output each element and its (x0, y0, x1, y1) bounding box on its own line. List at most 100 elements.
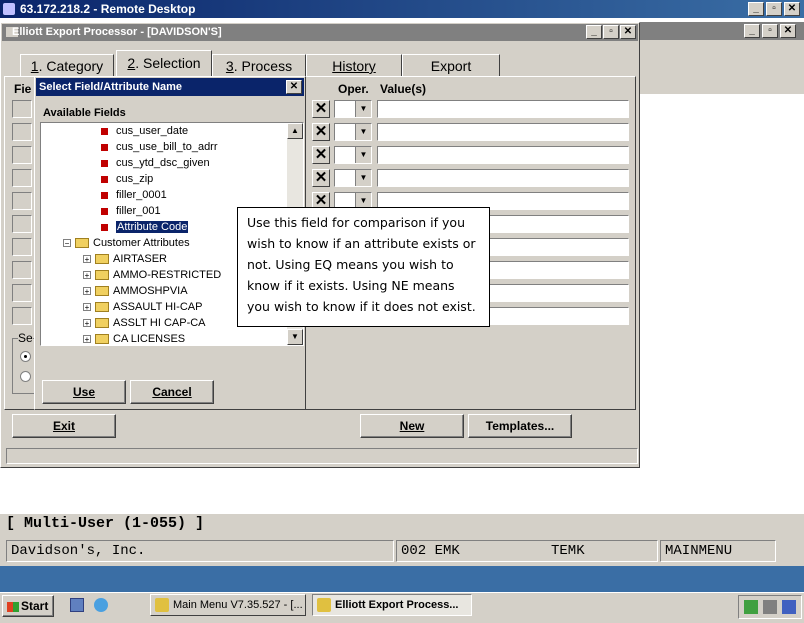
field-cell[interactable] (12, 307, 32, 325)
rd-restore-button[interactable]: ▫ (766, 2, 782, 16)
tray-icon[interactable] (782, 600, 796, 614)
delete-row-button[interactable]: ✕ (312, 100, 330, 118)
rd-minimize-button[interactable]: _ (748, 2, 764, 16)
taskbar-export-processor[interactable]: Elliott Export Process... (312, 594, 472, 616)
tree-group-customer-attributes[interactable]: − Customer Attributes (63, 235, 190, 251)
app-icon (317, 598, 331, 612)
attribute-code-tooltip: Use this field for comparison if you wis… (237, 207, 490, 327)
selection-group-label: Se (18, 331, 33, 345)
radio-option-1[interactable] (20, 351, 31, 362)
folder-icon (95, 318, 109, 329)
tree-attribute-item[interactable]: + ASSAULT HI-CAP (83, 299, 202, 315)
tree-field-item[interactable]: cus_use_bill_to_adrr (101, 139, 218, 155)
mode-label: [ Multi-User (1-055) ] (6, 515, 205, 532)
chevron-down-icon: ▼ (355, 147, 371, 163)
system-tray (738, 595, 802, 619)
tree-attribute-item[interactable]: + AMMOSHPVIA (83, 283, 188, 299)
tooltip-text: Use this field for comparison if you wis… (247, 215, 476, 314)
tab-process[interactable]: 3. Process (212, 54, 306, 76)
folder-icon (95, 270, 109, 281)
main-restore-button[interactable]: ▫ (762, 24, 778, 38)
templates-button[interactable]: Templates... (468, 414, 572, 438)
user-id: TEMK (551, 543, 585, 559)
dialog-titlebar: Select Field/Attribute Name ✕ (36, 78, 304, 96)
scroll-up-icon[interactable]: ▲ (287, 123, 303, 139)
tree-field-item[interactable]: filler_0001 (101, 187, 167, 203)
field-cell[interactable] (12, 284, 32, 302)
delete-row-button[interactable]: ✕ (312, 169, 330, 187)
tree-field-item[interactable]: filler_001 (101, 203, 161, 219)
folder-icon (75, 238, 89, 249)
scroll-down-icon[interactable]: ▼ (287, 329, 303, 345)
oper-select[interactable]: ▼ (334, 100, 372, 118)
remote-desktop-title: 63.172.218.2 - Remote Desktop (20, 2, 196, 16)
internet-explorer-icon[interactable] (94, 598, 108, 612)
tree-field-item[interactable]: cus_zip (101, 171, 153, 187)
tray-icon[interactable] (763, 600, 777, 614)
available-fields-label: Available Fields (43, 107, 126, 119)
mode-bar: [ Multi-User (1-055) ] (0, 514, 804, 536)
tree-attribute-item[interactable]: + CA LICENSES (83, 331, 185, 345)
field-cell[interactable] (12, 238, 32, 256)
delete-row-button[interactable]: ✕ (312, 146, 330, 164)
value-field[interactable] (377, 169, 629, 187)
field-column-header: Fie (14, 82, 32, 96)
field-cell[interactable] (12, 123, 32, 141)
tree-attribute-item[interactable]: + AIRTASER (83, 251, 167, 267)
network-icon[interactable] (744, 600, 758, 614)
menu-name-field: MAINMENU (660, 540, 776, 562)
field-cell[interactable] (12, 215, 32, 233)
exit-button[interactable]: Exit (12, 414, 116, 438)
value-field[interactable] (377, 123, 629, 141)
folder-icon (95, 286, 109, 297)
windows-logo-icon (7, 601, 19, 612)
use-button[interactable]: Use (42, 380, 126, 404)
start-button[interactable]: Start (2, 595, 54, 617)
field-cell[interactable] (12, 169, 32, 187)
values-column-header: Value(s) (380, 82, 427, 96)
remote-desktop-titlebar: 63.172.218.2 - Remote Desktop _ ▫ ✕ (0, 0, 804, 18)
oper-select[interactable]: ▼ (334, 169, 372, 187)
delete-row-button[interactable]: ✕ (312, 123, 330, 141)
app-icon (155, 598, 169, 612)
tree-field-item[interactable]: cus_user_date (101, 123, 188, 139)
main-minimize-button[interactable]: _ (744, 24, 760, 38)
rd-close-button[interactable]: ✕ (784, 2, 800, 16)
company-code: 002 EMK (401, 543, 460, 559)
tab-category[interactable]: 1. Category (20, 54, 114, 76)
field-cell[interactable] (12, 261, 32, 279)
chevron-down-icon: ▼ (355, 101, 371, 117)
value-field[interactable] (377, 100, 629, 118)
field-cell[interactable] (12, 146, 32, 164)
field-cell[interactable] (12, 192, 32, 210)
export-processor-titlebar: Elliott Export Processor - [DAVIDSON'S] … (2, 24, 638, 41)
tab-history[interactable]: History (306, 54, 402, 76)
chevron-down-icon: ▼ (355, 170, 371, 186)
taskbar-main-menu[interactable]: Main Menu V7.35.527 - [... (150, 594, 306, 616)
app-maximize-button[interactable]: ▫ (603, 25, 619, 39)
company-field: Davidson's, Inc. (6, 540, 394, 562)
status-bar: Davidson's, Inc. 002 EMK TEMK MAINMENU (0, 536, 804, 566)
main-close-button[interactable]: ✕ (780, 24, 796, 38)
app-close-button[interactable]: ✕ (620, 25, 636, 39)
new-button[interactable]: New (360, 414, 464, 438)
app-title: Elliott Export Processor - [DAVIDSON'S] (12, 26, 222, 38)
tree-field-item-selected[interactable]: Attribute Code (101, 219, 190, 235)
show-desktop-icon[interactable] (70, 598, 84, 612)
tab-selection[interactable]: 2. Selection (116, 50, 212, 76)
tree-field-item[interactable]: cus_ytd_dsc_given (101, 155, 210, 171)
cancel-button[interactable]: Cancel (130, 380, 214, 404)
dialog-close-button[interactable]: ✕ (286, 80, 302, 94)
value-field[interactable] (377, 146, 629, 164)
chevron-down-icon: ▼ (355, 124, 371, 140)
oper-select[interactable]: ▼ (334, 123, 372, 141)
desktop-background (0, 566, 804, 592)
tree-attribute-item[interactable]: + ASSLT HI CAP-CA (83, 315, 206, 331)
tab-export[interactable]: Export (402, 54, 500, 76)
field-cell[interactable] (12, 100, 32, 118)
radio-option-2[interactable] (20, 371, 31, 382)
folder-icon (95, 302, 109, 313)
app-minimize-button[interactable]: _ (586, 25, 602, 39)
oper-select[interactable]: ▼ (334, 146, 372, 164)
tree-attribute-item[interactable]: + AMMO-RESTRICTED (83, 267, 221, 283)
